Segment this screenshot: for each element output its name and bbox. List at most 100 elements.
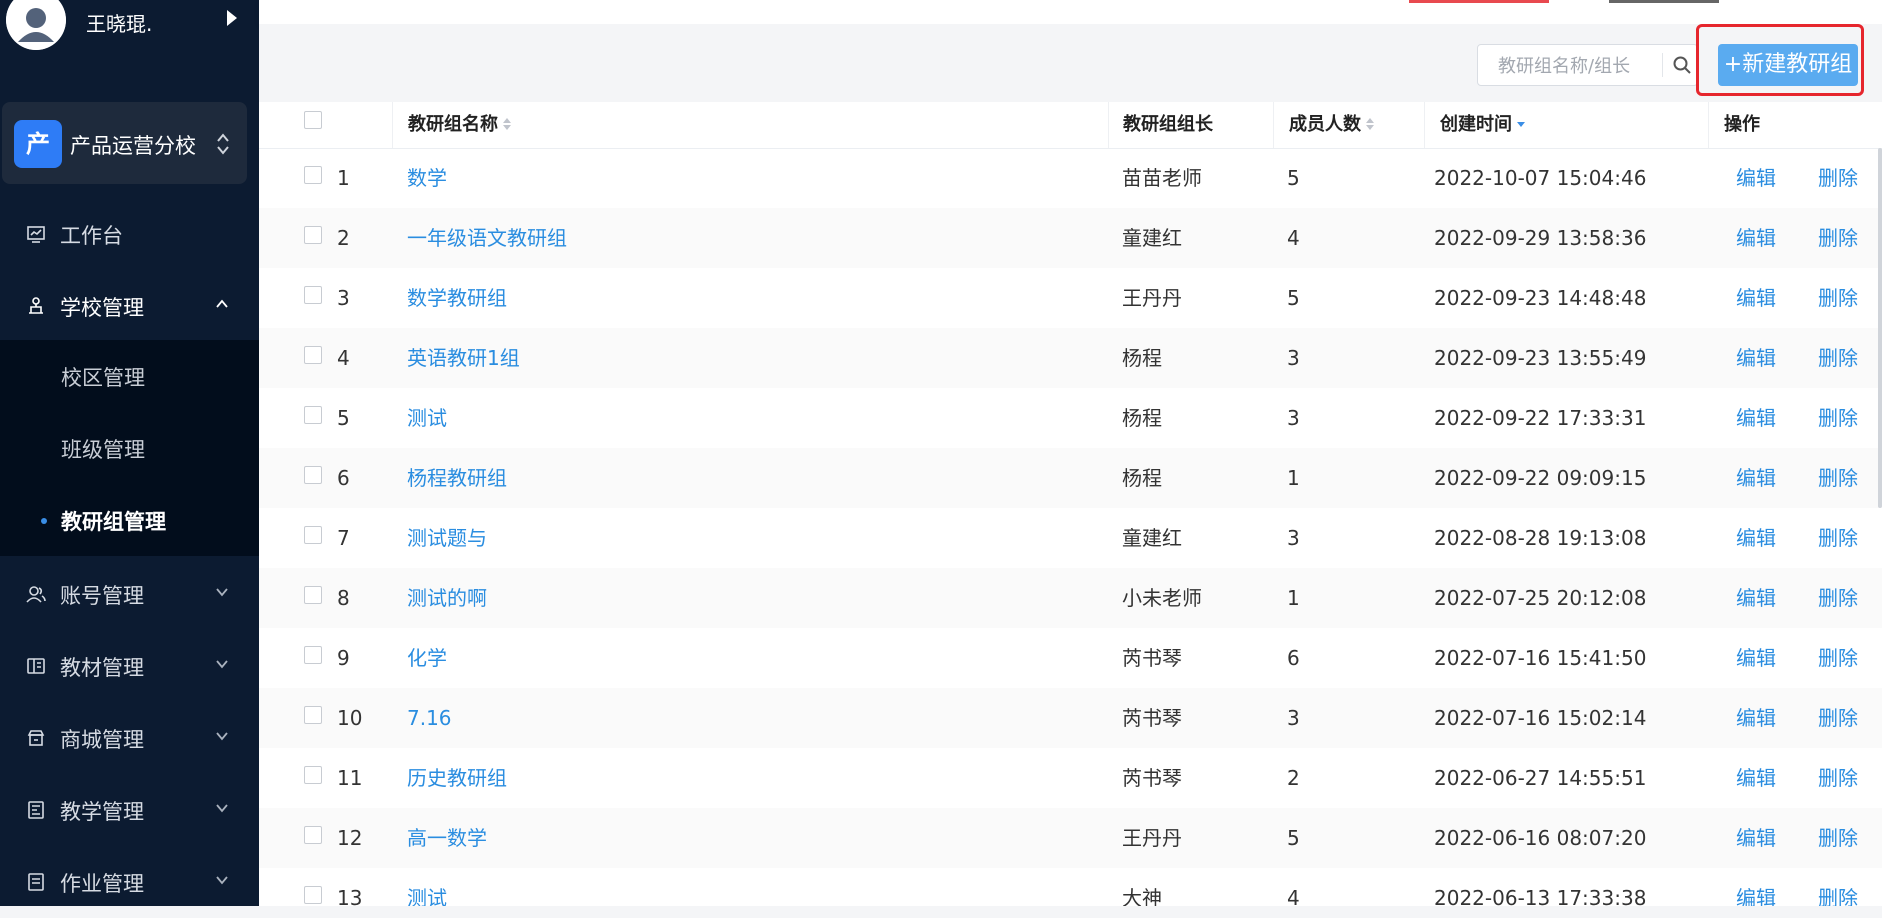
row-checkbox[interactable] — [304, 586, 322, 604]
delete-button[interactable]: 删除 — [1818, 328, 1858, 388]
chevron-up-icon — [216, 299, 228, 308]
group-name-link[interactable]: 测试 — [407, 868, 447, 906]
delete-button[interactable]: 删除 — [1818, 508, 1858, 568]
sidebar-item-label: 工作台 — [60, 224, 123, 248]
row-checkbox[interactable] — [304, 646, 322, 664]
sidebar-item-account-management[interactable]: 账号管理 — [0, 558, 259, 630]
group-name-link[interactable]: 测试的啊 — [407, 568, 487, 628]
column-header-name[interactable]: 教研组名称 — [408, 102, 512, 148]
group-table: 教研组名称 教研组组长 成员人数 创建时间 操作 1 数学 苗苗老师 5 2022-10… — [259, 102, 1882, 906]
sidebar-item-group-management[interactable]: 教研组管理 — [0, 484, 259, 556]
group-name-link[interactable]: 7.16 — [407, 688, 452, 748]
group-name-link[interactable]: 测试 — [407, 388, 447, 448]
created-time: 2022-07-16 15:02:14 — [1434, 706, 1647, 730]
new-group-button[interactable]: +新建教研组 — [1718, 44, 1858, 86]
group-leader: 杨程 — [1122, 406, 1162, 430]
edit-button[interactable]: 编辑 — [1736, 748, 1776, 808]
edit-button[interactable]: 编辑 — [1736, 268, 1776, 328]
row-checkbox[interactable] — [304, 346, 322, 364]
sidebar-item-homework-management[interactable]: 作业管理 — [0, 846, 259, 918]
sort-icon[interactable] — [1365, 116, 1375, 132]
delete-button[interactable]: 删除 — [1818, 628, 1858, 688]
row-checkbox[interactable] — [304, 226, 322, 244]
delete-button[interactable]: 删除 — [1818, 208, 1858, 268]
group-name-link[interactable]: 历史教研组 — [407, 748, 507, 808]
sidebar-item-teaching-management[interactable]: 教学管理 — [0, 774, 259, 846]
delete-button[interactable]: 删除 — [1818, 448, 1858, 508]
edit-button[interactable]: 编辑 — [1736, 868, 1776, 906]
group-name-link[interactable]: 一年级语文教研组 — [407, 208, 567, 268]
sidebar-item-mall-management[interactable]: 商城管理 — [0, 702, 259, 774]
row-checkbox[interactable] — [304, 886, 322, 904]
group-name-link[interactable]: 数学 — [407, 148, 447, 208]
sort-icon[interactable] — [502, 116, 512, 132]
row-number: 9 — [337, 646, 350, 670]
group-leader: 童建红 — [1122, 526, 1182, 550]
row-number: 4 — [337, 346, 350, 370]
edit-button[interactable]: 编辑 — [1736, 448, 1776, 508]
delete-button[interactable]: 删除 — [1818, 568, 1858, 628]
sidebar-item-class-management[interactable]: 班级管理 — [0, 412, 259, 484]
avatar[interactable] — [6, 0, 66, 50]
edit-button[interactable]: 编辑 — [1736, 328, 1776, 388]
delete-button[interactable]: 删除 — [1818, 268, 1858, 328]
select-all-checkbox[interactable] — [304, 111, 322, 129]
created-time: 2022-07-16 15:41:50 — [1434, 646, 1647, 670]
created-time: 2022-06-13 17:33:38 — [1434, 886, 1647, 906]
school-name: 产品运营分校 — [70, 134, 196, 158]
delete-button[interactable]: 删除 — [1818, 868, 1858, 906]
sort-desc-icon[interactable] — [1516, 116, 1526, 132]
row-checkbox[interactable] — [304, 766, 322, 784]
sidebar-item-campus-management[interactable]: 校区管理 — [0, 340, 259, 412]
row-checkbox[interactable] — [304, 406, 322, 424]
column-divider — [1708, 102, 1709, 148]
group-name-link[interactable]: 英语教研1组 — [407, 328, 520, 388]
delete-button[interactable]: 删除 — [1818, 388, 1858, 448]
row-checkbox[interactable] — [304, 526, 322, 544]
search-box — [1477, 44, 1698, 87]
edit-button[interactable]: 编辑 — [1736, 508, 1776, 568]
user-profile[interactable]: 王晓琨. — [0, 0, 259, 60]
group-name-link[interactable]: 高一数学 — [407, 808, 487, 868]
delete-button[interactable]: 删除 — [1818, 808, 1858, 868]
school-switcher[interactable]: 产 产品运营分校 — [2, 102, 247, 184]
edit-button[interactable]: 编辑 — [1736, 388, 1776, 448]
store-icon — [27, 730, 45, 746]
caret-right-icon[interactable] — [224, 8, 240, 28]
row-number: 6 — [337, 466, 350, 490]
group-name-link[interactable]: 杨程教研组 — [407, 448, 507, 508]
table-row: 5 测试 杨程 3 2022-09-22 17:33:31 编辑 删除 — [259, 388, 1882, 448]
column-header-created[interactable]: 创建时间 — [1440, 102, 1526, 148]
organization-icon — [29, 297, 43, 314]
group-name-link[interactable]: 数学教研组 — [407, 268, 507, 328]
chevron-down-icon — [216, 732, 228, 741]
edit-button[interactable]: 编辑 — [1736, 808, 1776, 868]
column-header-label: 创建时间 — [1440, 114, 1512, 135]
column-header-members[interactable]: 成员人数 — [1289, 102, 1375, 148]
sidebar-item-school-management[interactable]: 学校管理 — [0, 270, 259, 342]
delete-button[interactable]: 删除 — [1818, 148, 1858, 208]
delete-button[interactable]: 删除 — [1818, 688, 1858, 748]
edit-button[interactable]: 编辑 — [1736, 568, 1776, 628]
row-checkbox[interactable] — [304, 826, 322, 844]
column-header-label: 教研组名称 — [408, 114, 498, 135]
edit-button[interactable]: 编辑 — [1736, 628, 1776, 688]
table-row: 3 数学教研组 王丹丹 5 2022-09-23 14:48:48 编辑 删除 — [259, 268, 1882, 328]
group-name-link[interactable]: 测试题与 — [407, 508, 487, 568]
edit-button[interactable]: 编辑 — [1736, 688, 1776, 748]
row-checkbox[interactable] — [304, 706, 322, 724]
search-icon[interactable] — [1672, 55, 1692, 75]
edit-button[interactable]: 编辑 — [1736, 148, 1776, 208]
sidebar-submenu: 校区管理 班级管理 教研组管理 — [0, 340, 259, 556]
vertical-scrollbar[interactable] — [1878, 148, 1882, 508]
sidebar-item-material-management[interactable]: 教材管理 — [0, 630, 259, 702]
edit-button[interactable]: 编辑 — [1736, 208, 1776, 268]
row-checkbox[interactable] — [304, 286, 322, 304]
sidebar-item-workbench[interactable]: 工作台 — [0, 198, 259, 270]
row-checkbox[interactable] — [304, 466, 322, 484]
row-checkbox[interactable] — [304, 166, 322, 184]
group-name-link[interactable]: 化学 — [407, 628, 447, 688]
search-input[interactable] — [1478, 45, 1680, 87]
member-count: 5 — [1287, 286, 1300, 310]
delete-button[interactable]: 删除 — [1818, 748, 1858, 808]
